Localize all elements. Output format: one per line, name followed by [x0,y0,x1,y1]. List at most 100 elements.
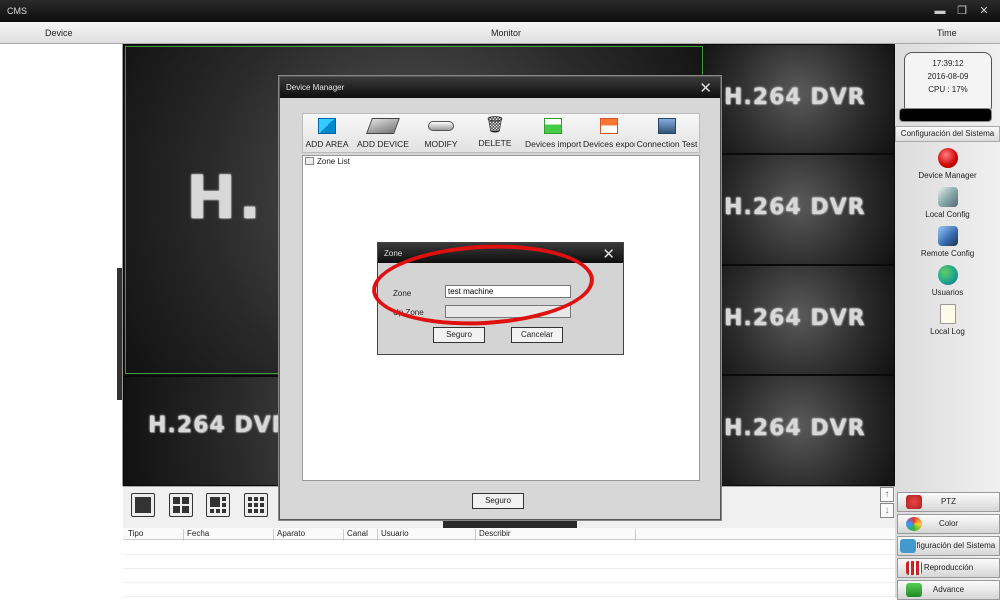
modify-icon [428,121,454,131]
up-zone-input[interactable] [445,305,571,318]
up-zone-label: Up Zone [393,308,424,317]
users-icon [937,265,958,285]
video-watermark: H.264 DVR [724,195,866,220]
devices-import-button[interactable]: Devices import [525,114,581,154]
users-label: Usuarios [931,288,964,297]
layout-9-button[interactable] [244,493,268,517]
restore-icon[interactable]: ❐ [956,5,968,17]
ptz-icon [906,495,922,509]
color-icon [906,517,922,531]
import-icon [544,118,562,134]
advance-button[interactable]: Advance [897,580,1000,600]
local-config-label: Local Config [925,210,970,219]
log-row [123,554,895,555]
add-area-button[interactable]: ADD AREA [305,114,349,154]
zone-title: Zone [384,249,403,258]
remote-config-label: Remote Config [920,249,975,258]
close-icon[interactable]: ✕ [602,245,615,263]
tree-node-icon [305,157,314,165]
scroll-arrows: ↑ ↓ [880,487,894,519]
advance-icon [906,583,922,597]
remote-config-item[interactable]: Remote Config [895,226,1000,258]
color-label: Color [938,519,959,528]
device-manager-toolbar: ADD AREA ADD DEVICE MODIFY 🗑 DELETE Devi… [302,113,700,153]
clock-time: 17:39:12 [932,59,964,68]
layout-1-button[interactable] [131,493,155,517]
header-bar: Device Monitor Time [0,22,1000,44]
close-icon[interactable]: ✕ [699,79,712,97]
local-config-icon [937,187,958,207]
video-cell-3[interactable]: H.264 DVR [703,154,895,265]
device-tree-pane[interactable] [0,44,123,486]
zone-titlebar[interactable]: Zone ✕ [378,243,623,263]
device-manager-titlebar[interactable]: Device Manager ✕ [280,77,720,98]
video-cell-4[interactable]: H.264 DVR [703,265,895,375]
video-cell-6[interactable]: H.264 DVR [703,375,895,486]
system-config-button[interactable]: Configuración del Sistema [897,536,1000,556]
minimize-icon[interactable]: ▬ [934,5,946,17]
add-area-label: ADD AREA [305,139,349,149]
zone-cancel-button[interactable]: Cancelar [511,327,563,343]
device-manager-item[interactable]: Device Manager [895,148,1000,180]
zone-name-input[interactable] [445,285,571,298]
ptz-label: PTZ [940,497,957,506]
modify-label: MODIFY [424,139,458,149]
playback-button[interactable]: Reproducción [897,558,1000,578]
log-col-aparato[interactable]: Aparato [273,529,305,541]
nine-view-icon [248,497,264,513]
video-watermark: H.264 DVR [724,85,866,110]
add-device-button[interactable]: ADD DEVICE [355,114,411,154]
video-watermark: H.264 DVR [724,306,866,331]
log-col-fecha[interactable]: Fecha [183,529,209,541]
status-bar [899,108,992,122]
app-titlebar: CMS ▬ ❐ ✕ [0,0,1000,22]
zone-label: Zone [393,289,412,298]
local-log-item[interactable]: Local Log [895,304,1000,336]
log-col-canal[interactable]: Canal [343,529,368,541]
arrow-down-icon[interactable]: ↓ [880,503,894,518]
ptz-button[interactable]: PTZ [897,492,1000,512]
clock-panel: 17:39:12 2016-08-09 CPU : 17% [904,52,992,114]
devices-import-label: Devices import [525,139,582,149]
collapse-handle[interactable] [117,268,122,400]
arrow-up-icon[interactable]: ↑ [880,487,894,502]
users-item[interactable]: Usuarios [895,265,1000,297]
log-row [123,582,895,583]
log-icon [939,304,956,324]
cpu-usage: CPU : 17% [928,85,968,94]
delete-button[interactable]: 🗑 DELETE [475,114,515,154]
layout-4-button[interactable] [169,493,193,517]
layout-6-button[interactable] [206,493,230,517]
device-header[interactable]: Device [45,28,73,38]
zone-list-label: Zone List [317,157,350,166]
add-device-icon [366,118,400,134]
devices-export-label: Devices expor [583,139,635,149]
right-panel: 17:39:12 2016-08-09 CPU : 17% Configurac… [895,44,1000,600]
log-col-tipo[interactable]: Tipo [125,529,143,541]
close-icon[interactable]: ✕ [978,5,990,17]
zone-dialog: Zone ✕ Zone Up Zone Seguro Cancelar [377,242,624,355]
zone-ok-button[interactable]: Seguro [433,327,485,343]
trash-icon: 🗑 [484,117,506,134]
single-view-icon [135,497,151,513]
connection-test-button[interactable]: Connection Test [635,114,699,154]
zone-list-node[interactable]: Zone List [305,157,350,166]
log-col-usuario[interactable]: Usuario [377,529,409,541]
delete-label: DELETE [478,138,512,148]
local-config-item[interactable]: Local Config [895,187,1000,219]
app-title: CMS [7,6,27,16]
connection-test-label: Connection Test [636,139,698,149]
devices-export-button[interactable]: Devices expor [583,114,635,154]
color-button[interactable]: Color [897,514,1000,534]
log-row [123,568,895,569]
playback-icon [906,561,922,575]
monitor-header[interactable]: Monitor [491,28,521,38]
modify-button[interactable]: MODIFY [421,114,461,154]
device-manager-ok-button[interactable]: Seguro [472,493,524,509]
device-manager-label: Device Manager [918,171,977,180]
video-cell-2[interactable]: H.264 DVR [703,44,895,154]
system-config-icon [900,539,916,553]
device-manager-title: Device Manager [286,83,345,92]
log-col-describir[interactable]: Describir [475,529,511,541]
playback-label: Reproducción [923,563,974,572]
